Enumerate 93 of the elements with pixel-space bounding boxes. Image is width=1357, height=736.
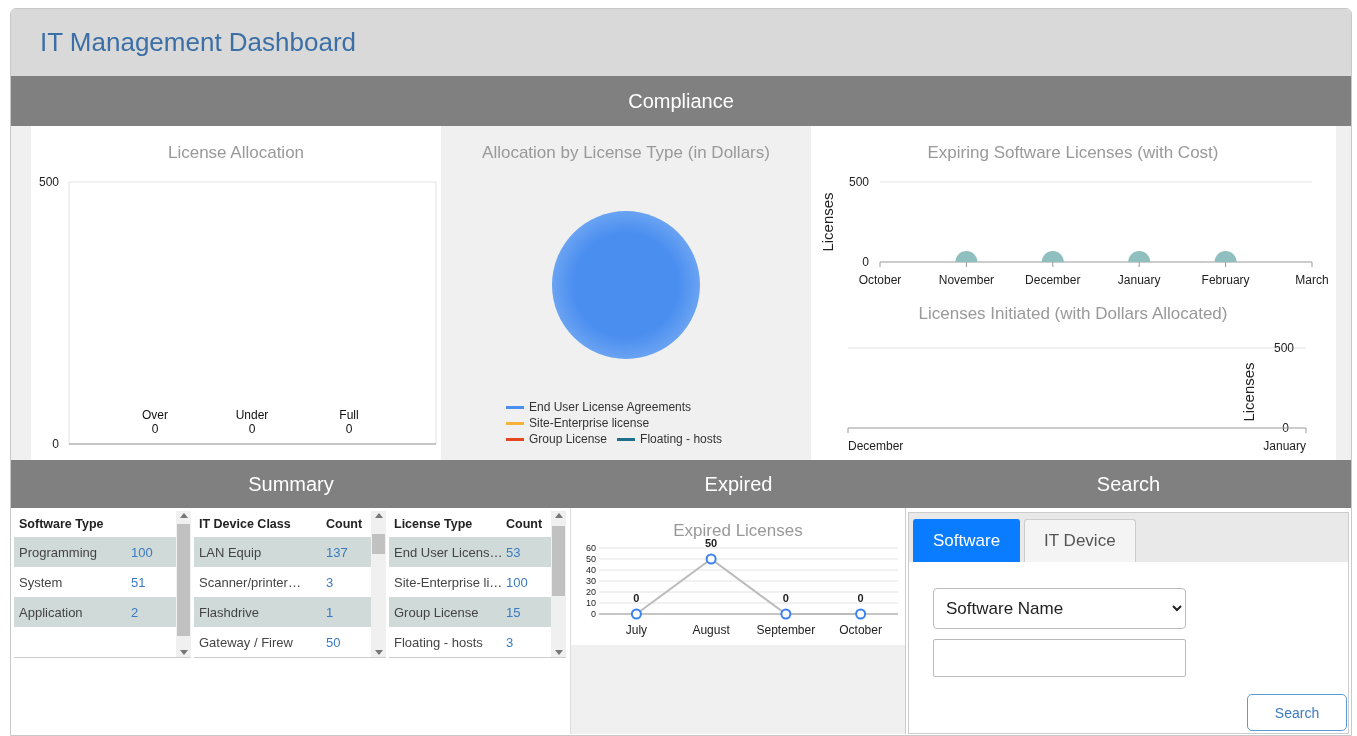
legend-item: Group License bbox=[506, 431, 608, 447]
section-header: Search bbox=[1095, 471, 1162, 497]
axis-tick-label: July bbox=[625, 623, 647, 637]
scrollbar-thumb[interactable] bbox=[177, 524, 190, 636]
axis-tick-label: 500 bbox=[848, 175, 869, 189]
table-cell: Group License bbox=[389, 597, 501, 627]
dashboard-title: IT Management Dashboard bbox=[40, 27, 357, 58]
column-header: Count bbox=[325, 516, 364, 533]
axis-tick-label: October bbox=[858, 273, 902, 287]
legend-item: Floating - hosts bbox=[617, 431, 723, 447]
tab[interactable]: IT Device bbox=[1024, 519, 1136, 562]
bar-label: Under bbox=[235, 408, 269, 422]
section-header: Expired bbox=[703, 471, 774, 497]
axis-tick-label: 0 bbox=[862, 255, 869, 269]
scrollbar[interactable] bbox=[371, 511, 386, 657]
scroll-down-icon[interactable] bbox=[374, 650, 383, 655]
axis-tick-label: September bbox=[756, 623, 815, 637]
chart-title: License Allocation bbox=[167, 143, 305, 162]
data-label: 50 bbox=[704, 537, 717, 549]
tab[interactable]: Software bbox=[913, 519, 1021, 562]
table-cell: LAN Equip bbox=[194, 537, 321, 567]
scroll-up-icon[interactable] bbox=[554, 513, 563, 518]
table-cell: 15 bbox=[501, 597, 551, 627]
bar-label: Over bbox=[142, 408, 168, 422]
chart-title: Licenses Initiated (with Dollars Allocated) bbox=[918, 304, 1228, 323]
data-label: 0 bbox=[345, 422, 353, 436]
table-cell: Application bbox=[14, 597, 126, 627]
column-header: Count bbox=[505, 516, 544, 533]
scrollbar-thumb[interactable] bbox=[372, 534, 385, 554]
axis-tick-label: March bbox=[1295, 273, 1329, 287]
search-button[interactable]: Search bbox=[1247, 694, 1347, 731]
column-header: License Type bbox=[393, 516, 474, 533]
axis-tick-label: October bbox=[838, 623, 882, 637]
axis-tick-label: 0 bbox=[52, 437, 59, 451]
axis-tick-label: 50 bbox=[585, 554, 596, 564]
axis-tick-label: 40 bbox=[585, 565, 596, 575]
table-cell: 53 bbox=[501, 537, 551, 567]
axis-tick-label: 10 bbox=[585, 598, 596, 608]
axis-title: Licenses bbox=[819, 192, 836, 252]
chart-title: Allocation by License Type (in Dollars) bbox=[482, 143, 770, 163]
scrollbar-thumb[interactable] bbox=[552, 526, 565, 596]
data-point bbox=[1214, 251, 1237, 262]
section-header: Summary bbox=[247, 471, 335, 497]
column-header: Software Type bbox=[18, 516, 105, 533]
axis-tick-label: 500 bbox=[38, 175, 59, 189]
axis-tick-label: 30 bbox=[585, 576, 596, 586]
data-point bbox=[955, 251, 978, 262]
input-field[interactable] bbox=[933, 639, 1186, 677]
axis-tick-label: 20 bbox=[585, 587, 596, 597]
axis-tick-label: February bbox=[1201, 273, 1250, 287]
data-point bbox=[854, 608, 866, 620]
bar-label: Full bbox=[339, 408, 359, 422]
legend-item: Site-Enterprise license bbox=[506, 415, 650, 431]
data-point bbox=[1128, 251, 1151, 262]
scroll-down-icon[interactable] bbox=[179, 650, 188, 655]
table-cell: End User Licens… bbox=[389, 537, 501, 567]
data-point bbox=[779, 608, 791, 620]
chart-title: Expiring Software Licenses (with Cost) bbox=[927, 143, 1219, 162]
axis-tick-label: 0 bbox=[590, 609, 596, 619]
axis-title: Licenses bbox=[1240, 362, 1257, 422]
axis-tick-label: 0 bbox=[1282, 421, 1289, 435]
axis-tick-label: August bbox=[691, 623, 730, 637]
scroll-down-icon[interactable] bbox=[554, 650, 563, 655]
axis-tick-label: December bbox=[1025, 273, 1081, 287]
data-label: 0 bbox=[782, 592, 789, 604]
dropdown[interactable]: Software Name bbox=[933, 588, 1186, 629]
data-point bbox=[1041, 251, 1064, 262]
table-cell: 137 bbox=[321, 537, 371, 567]
data-label: 0 bbox=[632, 592, 639, 604]
data-point bbox=[705, 553, 717, 565]
data-label: 0 bbox=[248, 422, 256, 436]
axis-tick-label: November bbox=[938, 273, 995, 287]
table-cell: 100 bbox=[126, 537, 176, 567]
axis-tick-label: 60 bbox=[585, 543, 596, 553]
legend-item: End User License Agreements bbox=[506, 399, 692, 415]
axis-tick-label: January bbox=[1117, 273, 1161, 287]
chart-title: Expired Licenses bbox=[672, 521, 803, 540]
data-label: 0 bbox=[857, 592, 864, 604]
column-header: IT Device Class bbox=[198, 516, 292, 533]
section-header: Compliance bbox=[11, 76, 1351, 126]
scroll-up-icon[interactable] bbox=[374, 513, 383, 518]
scrollbar[interactable] bbox=[551, 511, 566, 657]
data-label: 0 bbox=[151, 422, 159, 436]
table-cell: Flashdrive bbox=[194, 597, 321, 627]
table-cell: 1 bbox=[321, 597, 371, 627]
scrollbar[interactable] bbox=[176, 511, 191, 657]
axis-tick-label: December bbox=[848, 439, 904, 453]
data-point bbox=[630, 608, 642, 620]
table-cell: Programming bbox=[14, 537, 126, 567]
axis-tick-label: January bbox=[1263, 439, 1306, 453]
table-cell: 2 bbox=[126, 597, 176, 627]
scroll-up-icon[interactable] bbox=[179, 513, 188, 518]
axis-tick-label: 500 bbox=[1273, 341, 1294, 355]
